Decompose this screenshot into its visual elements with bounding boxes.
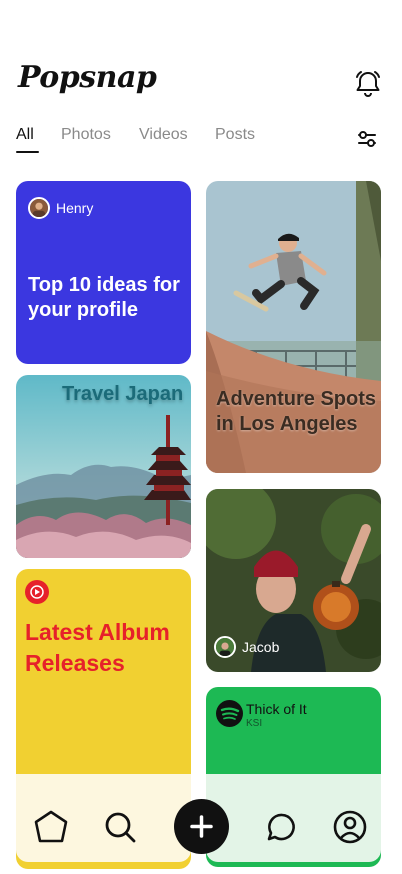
track-artist: KSI	[246, 718, 263, 729]
card-title: Adventure Spots in Los Angeles	[216, 388, 377, 435]
post-card-jacob[interactable]: Jacob	[206, 489, 381, 672]
author-name: Jacob	[242, 639, 280, 655]
tab-bar: All Photos Videos Posts	[0, 126, 402, 160]
spotify-icon	[216, 700, 243, 727]
track-title: Thick of It	[246, 701, 307, 717]
avatar	[214, 636, 236, 658]
youtube-music-icon	[25, 580, 49, 604]
tab-photos[interactable]: Photos	[61, 126, 111, 144]
add-post-button[interactable]	[174, 799, 229, 854]
tab-all[interactable]: All	[16, 126, 34, 144]
profile-icon[interactable]	[331, 808, 369, 846]
author-row: Jacob	[214, 636, 279, 658]
post-card-henry[interactable]: Henry Top 10 ideas for your profile	[16, 181, 191, 364]
tab-posts[interactable]: Posts	[215, 126, 255, 144]
tab-videos[interactable]: Videos	[139, 126, 188, 144]
chat-icon[interactable]	[263, 808, 301, 846]
card-title: Top 10 ideas for your profile	[28, 274, 180, 321]
post-card-adventure[interactable]: Adventure Spots in Los Angeles	[206, 181, 381, 473]
app-title: Popsnap	[18, 60, 157, 95]
post-card-travel-japan[interactable]: Travel Japan	[16, 375, 191, 558]
avatar	[28, 197, 50, 219]
author-name: Henry	[56, 200, 94, 216]
card-title: Latest Album Releases	[25, 619, 170, 676]
home-icon[interactable]	[32, 808, 70, 846]
card-title: Travel Japan	[62, 383, 184, 405]
author-row: Henry	[28, 197, 93, 219]
search-icon[interactable]	[101, 808, 139, 846]
bell-icon[interactable]	[352, 68, 384, 100]
active-tab-indicator	[16, 151, 39, 153]
plus-icon	[190, 815, 213, 838]
filter-icon[interactable]	[356, 128, 378, 150]
